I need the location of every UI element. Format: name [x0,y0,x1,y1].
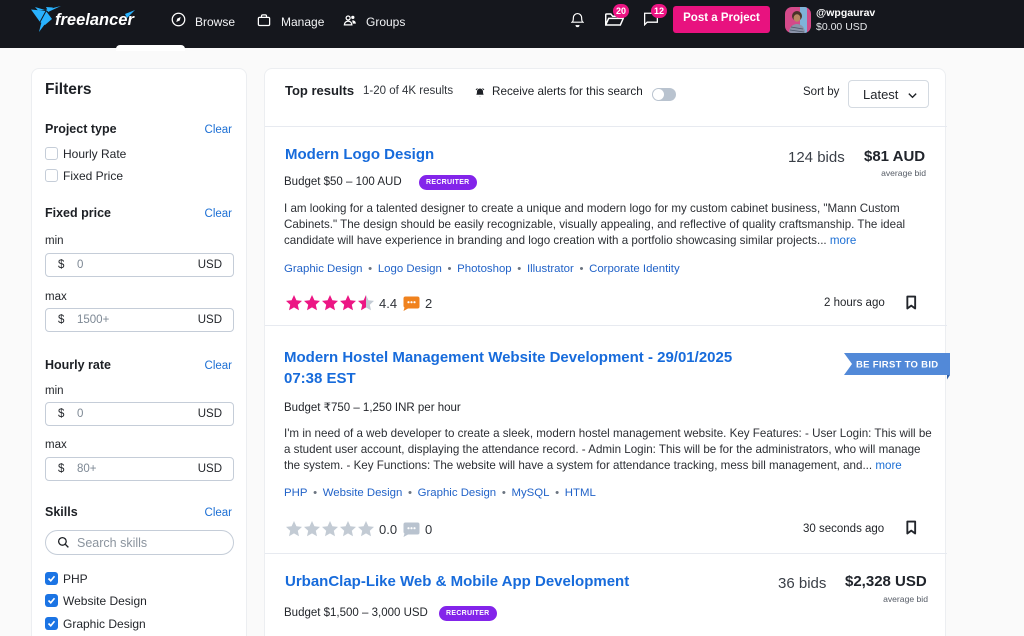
svg-text:freelancer: freelancer [55,11,135,29]
svg-text:BE FIRST TO BID: BE FIRST TO BID [856,360,938,371]
